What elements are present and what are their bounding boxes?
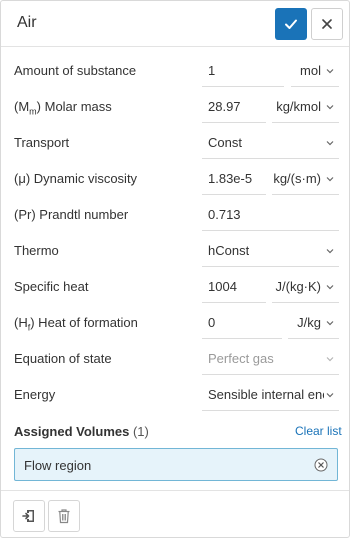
panel-title: Air [17,14,37,31]
panel-header: Air [1,1,349,47]
transport-select[interactable]: Const [202,127,339,159]
property-label: Equation of state [14,351,112,366]
heat-of-formation-value: 0 [208,315,216,330]
specific-heat-value: 1004 [208,279,237,294]
volume-label: Flow region [24,458,92,473]
property-label: Specific heat [14,279,89,294]
specific-heat-input[interactable]: 1004 [202,271,266,303]
viscosity-value: 1.83e-5 [208,171,253,186]
close-button[interactable] [311,8,343,40]
material-panel: Air Amount of substance 1 mol (Mm) Molar… [0,0,350,538]
unit-label: mol [300,63,321,78]
property-label: (Mm) Molar mass [14,99,112,117]
assigned-volumes-count: (1) [132,424,149,439]
transport-value: Const [208,135,242,150]
property-row: (μ) Dynamic viscosity 1.83e-5 kg/(s·m) [1,161,349,197]
unit-label: J/(kg·K) [275,279,322,294]
chevron-down-icon [326,285,334,290]
remove-volume-icon[interactable] [314,458,328,472]
close-icon [322,19,332,29]
heat-of-formation-input[interactable]: 0 [202,307,282,339]
import-button[interactable] [13,500,45,532]
property-row: Amount of substance 1 mol [1,53,349,89]
molar-mass-value: 28.97 [208,99,241,114]
property-label: (Pr) Prandtl number [14,207,129,222]
chevron-down-icon [326,105,334,110]
molar-mass-input[interactable]: 28.97 [202,91,266,123]
equation-of-state-value: Perfect gas [208,351,274,366]
heat-of-formation-unit-select[interactable]: J/kg [288,307,339,339]
property-label: Amount of substance [14,63,137,78]
chevron-down-icon [326,249,334,254]
thermo-value: hConst [208,243,250,258]
prandtl-value: 0.713 [208,207,241,222]
chevron-down-icon [326,357,334,362]
unit-label: kg/(s·m) [273,171,321,186]
specific-heat-unit-select[interactable]: J/(kg·K) [272,271,339,303]
viscosity-unit-select[interactable]: kg/(s·m) [272,163,339,195]
prandtl-input[interactable]: 0.713 [202,199,339,231]
property-row: (Mm) Molar mass 28.97 kg/kmol [1,89,349,125]
check-icon [285,19,297,29]
import-icon [22,510,34,522]
energy-select[interactable]: Sensible internal energy [202,379,339,411]
thermo-select[interactable]: hConst [202,235,339,267]
chevron-down-icon [326,393,334,398]
amount-unit-select[interactable]: mol [291,55,339,87]
molar-mass-unit-select[interactable]: kg/kmol [272,91,339,123]
panel-footer [1,490,349,538]
property-row: Equation of state Perfect gas [1,341,349,377]
unit-label: J/kg [297,315,321,330]
property-row: Specific heat 1004 J/(kg·K) [1,269,349,305]
clear-list-link[interactable]: Clear list [295,424,342,438]
property-row: Transport Const [1,125,349,161]
delete-button[interactable] [48,500,80,532]
chevron-down-icon [326,69,334,74]
chevron-down-icon [326,321,334,326]
assigned-volume-item[interactable]: Flow region [14,448,338,481]
viscosity-input[interactable]: 1.83e-5 [202,163,266,195]
property-label: Thermo [14,243,59,258]
confirm-button[interactable] [275,8,307,40]
property-label: (μ) Dynamic viscosity [14,171,138,186]
equation-of-state-select: Perfect gas [202,343,339,375]
assigned-volumes-title: Assigned Volumes (1) [14,424,149,439]
property-label: Transport [14,135,70,150]
property-row: (Hf) Heat of formation 0 J/kg [1,305,349,341]
chevron-down-icon [326,141,334,146]
property-row: Thermo hConst [1,233,349,269]
property-row: (Pr) Prandtl number 0.713 [1,197,349,233]
property-label: Energy [14,387,56,402]
property-label: (Hf) Heat of formation [14,315,138,333]
amount-value: 1 [208,63,216,78]
property-row: Energy Sensible internal energy [1,377,349,413]
trash-icon [58,509,70,524]
unit-label: kg/kmol [276,99,321,114]
energy-value: Sensible internal energy [208,387,324,402]
chevron-down-icon [326,177,334,182]
amount-input[interactable]: 1 [202,55,284,87]
